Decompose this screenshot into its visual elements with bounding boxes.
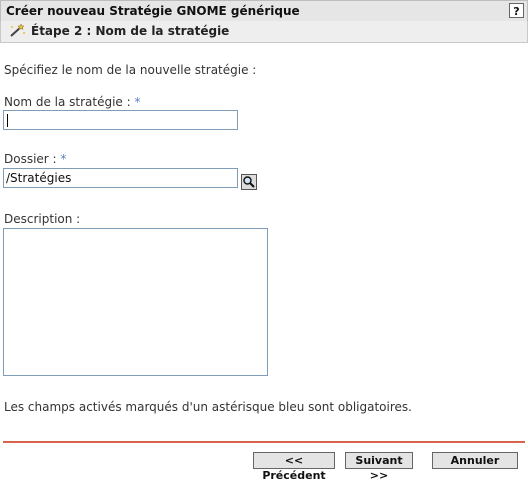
footer-divider — [3, 441, 525, 443]
magnifier-icon — [243, 176, 255, 188]
intro-text: Spécifiez le nom de la nouvelle stratégi… — [4, 63, 257, 77]
step-header: Étape 2 : Nom de la stratégie — [0, 21, 528, 43]
policy-name-label-text: Nom de la stratégie : — [4, 95, 131, 109]
required-fields-note: Les champs activés marqués d'un astérisq… — [4, 400, 412, 414]
required-asterisk: * — [134, 95, 141, 109]
dialog-title-bar: Créer nouveau Stratégie GNOME générique … — [0, 0, 528, 22]
next-button[interactable]: Suivant >> — [345, 452, 413, 482]
wizard-wand-icon — [8, 23, 26, 41]
description-label: Description : — [4, 212, 81, 226]
policy-name-label: Nom de la stratégie : * — [4, 95, 141, 109]
step-title: Étape 2 : Nom de la stratégie — [31, 24, 230, 38]
policy-name-input[interactable] — [3, 110, 238, 130]
text-cursor — [7, 114, 8, 127]
folder-label: Dossier : * — [4, 152, 66, 166]
folder-label-text: Dossier : — [4, 152, 57, 166]
folder-input[interactable]: /Stratégies — [3, 168, 238, 188]
dialog-title: Créer nouveau Stratégie GNOME générique — [6, 4, 300, 18]
back-button[interactable]: << Précédent — [253, 452, 335, 482]
description-textarea[interactable] — [3, 228, 268, 376]
folder-value: /Stratégies — [6, 171, 72, 185]
cancel-button[interactable]: Annuler — [432, 452, 518, 469]
required-asterisk: * — [60, 152, 67, 166]
browse-folder-button[interactable] — [241, 174, 257, 190]
help-button[interactable]: ? — [509, 3, 524, 18]
